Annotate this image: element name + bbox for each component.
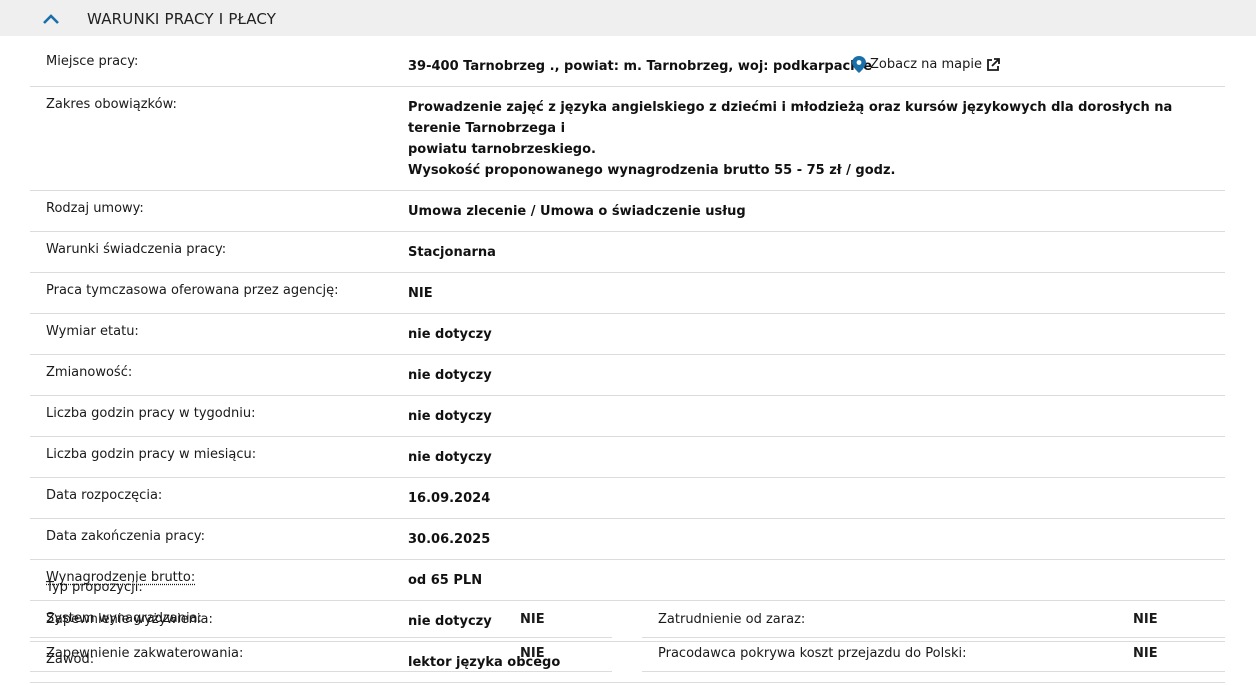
row-hours-month: Liczba godzin pracy w miesiącu: nie doty… (30, 437, 1225, 478)
row-end-date: Data zakończenia pracy: 30.06.2025 (30, 519, 1225, 560)
row-label: Data zakończenia pracy: (46, 529, 205, 544)
offer-immediate-value: NIE (1133, 612, 1158, 627)
place-value: 39-400 Tarnobrzeg ., powiat: m. Tarnobrz… (408, 59, 873, 74)
duties-label: Zakres obowiązków: (46, 97, 177, 112)
row-value: 30.06.2025 (408, 532, 491, 547)
row-value: 16.09.2024 (408, 491, 491, 506)
row-value: od 65 PLN (408, 573, 483, 588)
row-value: nie dotyczy (408, 368, 492, 383)
row-shifts: Zmianowość: nie dotyczy (30, 355, 1225, 396)
offer-housing-value: NIE (520, 646, 545, 661)
place-label: Miejsce pracy: (46, 54, 139, 69)
offer-food: Zapewnienie wyżywienia: NIE (30, 604, 612, 638)
row-value: nie dotyczy (408, 409, 492, 424)
duties-line-1: Prowadzenie zajęć z języka angielskiego … (408, 100, 1173, 136)
offer-immediate-label: Zatrudnienie od zaraz: (658, 612, 806, 627)
row-label: Data rozpoczęcia: (46, 488, 163, 503)
offer-food-label: Zapewnienie wyżywienia: (46, 612, 213, 627)
row-label: Liczba godzin pracy w tygodniu: (46, 406, 256, 421)
row-hours-week: Liczba godzin pracy w tygodniu: nie doty… (30, 396, 1225, 437)
offer-housing: Zapewnienie zakwaterowania: NIE (30, 638, 612, 672)
row-label: Warunki świadczenia pracy: (46, 242, 227, 257)
offer-travel-label: Pracodawca pokrywa koszt przejazdu do Po… (658, 646, 967, 661)
row-value: nie dotyczy (408, 327, 492, 342)
map-link[interactable]: Zobacz na mapie (852, 56, 1000, 73)
map-link-label: Zobacz na mapie (870, 57, 983, 72)
row-contract-type: Rodzaj umowy: Umowa zlecenie / Umowa o ś… (30, 191, 1225, 232)
row-value: Stacjonarna (408, 245, 496, 260)
offer-type-label: Typ propozycji: (46, 580, 143, 595)
section-header[interactable]: WARUNKI PRACY I PŁACY (0, 0, 1256, 36)
row-value: nie dotyczy (408, 450, 492, 465)
row-label: Rodzaj umowy: (46, 201, 144, 216)
row-salary: Wynagrodzenie brutto: od 65 PLN (30, 560, 1225, 601)
details-list: Miejsce pracy: 39-400 Tarnobrzeg ., powi… (30, 44, 1225, 683)
row-start-date: Data rozpoczęcia: 16.09.2024 (30, 478, 1225, 519)
map-pin-icon (852, 56, 866, 73)
offer-housing-label: Zapewnienie zakwaterowania: (46, 646, 244, 661)
row-label: Liczba godzin pracy w miesiącu: (46, 447, 257, 462)
external-link-icon (987, 57, 1000, 71)
row-label: Praca tymczasowa oferowana przez agencję… (46, 283, 339, 298)
offer-food-value: NIE (520, 612, 545, 627)
offer-immediate: Zatrudnienie od zaraz: NIE (642, 604, 1225, 638)
row-value: Umowa zlecenie / Umowa o świadczenie usł… (408, 204, 746, 219)
duties-line-2: powiatu tarnobrzeskiego. (408, 142, 596, 157)
row-label: Wymiar etatu: (46, 324, 139, 339)
duties-value: Prowadzenie zajęć z języka angielskiego … (408, 97, 1225, 181)
offer-travel: Pracodawca pokrywa koszt przejazdu do Po… (642, 638, 1225, 672)
row-job-size: Wymiar etatu: nie dotyczy (30, 314, 1225, 355)
row-label: Zmianowość: (46, 365, 133, 380)
row-work-conditions: Warunki świadczenia pracy: Stacjonarna (30, 232, 1225, 273)
section-title: WARUNKI PRACY I PŁACY (87, 10, 277, 28)
row-duties: Zakres obowiązków: Prowadzenie zajęć z j… (30, 87, 1225, 191)
row-temp-agency: Praca tymczasowa oferowana przez agencję… (30, 273, 1225, 314)
duties-line-3: Wysokość proponowanego wynagrodzenia bru… (408, 163, 896, 178)
chevron-up-icon[interactable] (42, 13, 60, 25)
row-value: NIE (408, 286, 433, 301)
offer-travel-value: NIE (1133, 646, 1158, 661)
row-place: Miejsce pracy: 39-400 Tarnobrzeg ., powi… (30, 44, 1225, 87)
